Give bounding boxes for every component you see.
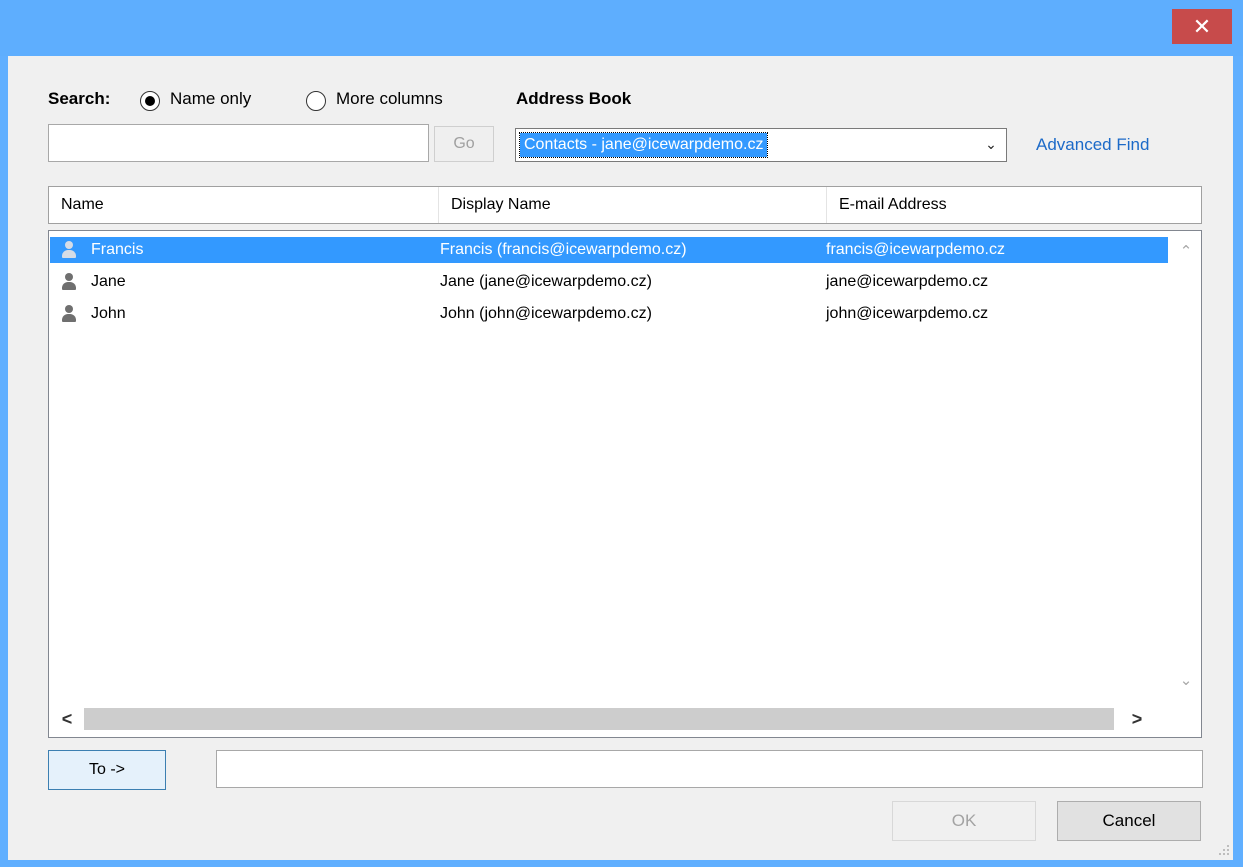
row-name: Jane	[91, 273, 126, 290]
column-header: Name Display Name E-mail Address	[48, 186, 1202, 224]
radio-more-columns-label[interactable]: More columns	[336, 89, 443, 109]
vertical-scrollbar[interactable]: ⌃ ⌄	[1172, 232, 1200, 701]
scroll-down-icon[interactable]: ⌄	[1172, 667, 1200, 695]
horizontal-scrollbar[interactable]: < >	[50, 702, 1200, 736]
column-header-display-name[interactable]: Display Name	[439, 187, 827, 223]
person-icon	[61, 273, 77, 291]
address-book-label: Address Book	[516, 89, 632, 108]
radio-name-only[interactable]	[140, 91, 162, 113]
horizontal-scroll-thumb[interactable]	[84, 708, 1114, 730]
radio-name-only-label[interactable]: Name only	[170, 89, 251, 109]
person-icon	[61, 305, 77, 323]
select-names-dialog: ✕ Search: Name only More columns Address…	[0, 0, 1243, 867]
table-row[interactable]: Francis Francis (francis@icewarpdemo.cz)…	[50, 237, 1168, 263]
row-email: john@icewarpdemo.cz	[826, 305, 989, 322]
ok-button[interactable]: OK	[892, 801, 1036, 841]
resize-grip-icon[interactable]	[1218, 845, 1230, 857]
row-name: Francis	[91, 241, 144, 258]
advanced-find-link[interactable]: Advanced Find	[1036, 135, 1149, 155]
search-input[interactable]	[48, 124, 429, 162]
title-bar[interactable]: ✕	[0, 0, 1243, 56]
table-row[interactable]: John John (john@icewarpdemo.cz) john@ice…	[50, 301, 1168, 327]
go-button[interactable]: Go	[434, 126, 494, 162]
column-header-name[interactable]: Name	[49, 187, 439, 223]
address-book-dropdown[interactable]: Contacts - jane@icewarpdemo.cz ⌄	[515, 128, 1007, 162]
contacts-list[interactable]: Francis Francis (francis@icewarpdemo.cz)…	[48, 230, 1202, 738]
table-row[interactable]: Jane Jane (jane@icewarpdemo.cz) jane@ice…	[50, 269, 1168, 295]
dialog-body: Search: Name only More columns Address B…	[8, 56, 1233, 860]
radio-name-only-circle[interactable]	[140, 91, 160, 111]
row-display-name: Francis (francis@icewarpdemo.cz)	[440, 241, 687, 258]
row-name: John	[91, 305, 126, 322]
row-email: francis@icewarpdemo.cz	[826, 241, 1005, 258]
to-button[interactable]: To ->	[48, 750, 166, 790]
address-book-selected: Contacts - jane@icewarpdemo.cz	[518, 132, 769, 158]
close-button[interactable]: ✕	[1172, 9, 1232, 44]
row-display-name: Jane (jane@icewarpdemo.cz)	[440, 273, 652, 290]
search-label: Search:	[48, 89, 111, 108]
radio-more-columns[interactable]	[306, 91, 328, 113]
person-icon	[61, 241, 77, 259]
scroll-right-icon[interactable]: >	[1122, 702, 1152, 736]
column-header-email[interactable]: E-mail Address	[827, 187, 1201, 223]
chevron-down-icon[interactable]: ⌄	[982, 134, 1000, 154]
row-email: jane@icewarpdemo.cz	[826, 273, 989, 290]
radio-selected-dot	[145, 96, 155, 106]
scroll-left-icon[interactable]: <	[52, 702, 82, 736]
close-icon: ✕	[1192, 14, 1212, 39]
radio-more-columns-circle[interactable]	[306, 91, 326, 111]
to-recipients-field[interactable]	[216, 750, 1203, 788]
scroll-up-icon[interactable]: ⌃	[1172, 238, 1200, 266]
row-display-name: John (john@icewarpdemo.cz)	[440, 305, 652, 322]
cancel-button[interactable]: Cancel	[1057, 801, 1201, 841]
